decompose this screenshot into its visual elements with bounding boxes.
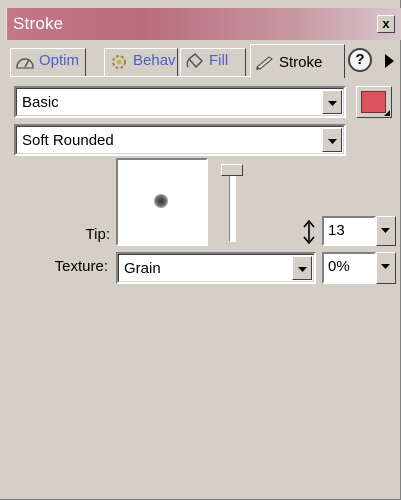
tab-fill-label: Fill [209,52,229,69]
stroke-color-chip [361,91,386,113]
panel-menu-arrow-icon[interactable] [380,50,398,72]
tab-optimize[interactable]: Optim [10,48,86,76]
panel-title: Stroke [13,14,64,33]
stroke-panel: Stroke x Optim Behav Fill Stroke ? Basic… [0,0,401,500]
stroke-type-dropdown-button[interactable] [322,128,342,152]
tab-behavior[interactable]: Behav [104,48,178,76]
behavior-gear-icon [112,55,126,69]
chevron-down-icon [298,267,307,272]
chevron-down-icon [328,139,337,144]
tab-fill[interactable]: Fill [180,48,246,76]
stroke-type-dropdown[interactable]: Soft Rounded [14,124,346,156]
chevron-down-icon [328,101,337,106]
tip-size-slider-thumb[interactable] [221,164,243,176]
tab-optimize-label: Optim [39,52,80,69]
dropdown-bevel: Grain [118,254,314,282]
tip-size-icon [303,220,315,244]
texture-dropdown-button[interactable] [292,256,312,280]
stroke-category-value: Basic [22,94,59,111]
tab-stroke-label: Stroke [279,54,323,71]
swatch-popup-arrow-icon [384,110,390,116]
stroke-color-swatch[interactable] [356,86,392,118]
optimize-icon [16,58,34,69]
tip-label: Tip: [85,226,110,243]
brush-tip-dot [154,194,168,208]
stroke-type-value: Soft Rounded [22,132,114,149]
tip-size-slider-track[interactable] [229,170,236,242]
stroke-category-dropdown-button[interactable] [322,90,342,114]
chevron-down-icon [381,228,390,233]
tab-stroke[interactable]: Stroke [250,44,345,78]
tip-size-field[interactable]: 13 [322,216,396,246]
pencil-icon [256,56,273,70]
texture-amount-value[interactable]: 0% [328,258,350,275]
title-bar[interactable]: Stroke x [6,8,401,40]
texture-value: Grain [124,260,161,277]
texture-label: Texture: [54,258,108,275]
panel-tab-row: Optim Behav Fill Stroke ? [10,44,401,78]
texture-dropdown[interactable]: Grain [116,252,316,284]
tip-preview [116,158,208,246]
stroke-category-dropdown[interactable]: Basic [14,86,346,118]
close-button[interactable]: x [377,15,395,33]
tab-behavior-label: Behav [133,52,176,69]
chevron-down-icon [381,264,390,269]
dropdown-bevel: Soft Rounded [16,126,344,154]
texture-amount-field[interactable]: 0% [322,252,396,284]
tip-size-value[interactable]: 13 [328,222,345,239]
fill-bucket-icon [186,53,204,69]
dropdown-bevel: Basic [16,88,344,116]
tip-size-popup-button[interactable] [376,216,396,246]
texture-amount-popup-button[interactable] [376,252,396,284]
help-button[interactable]: ? [348,48,372,72]
